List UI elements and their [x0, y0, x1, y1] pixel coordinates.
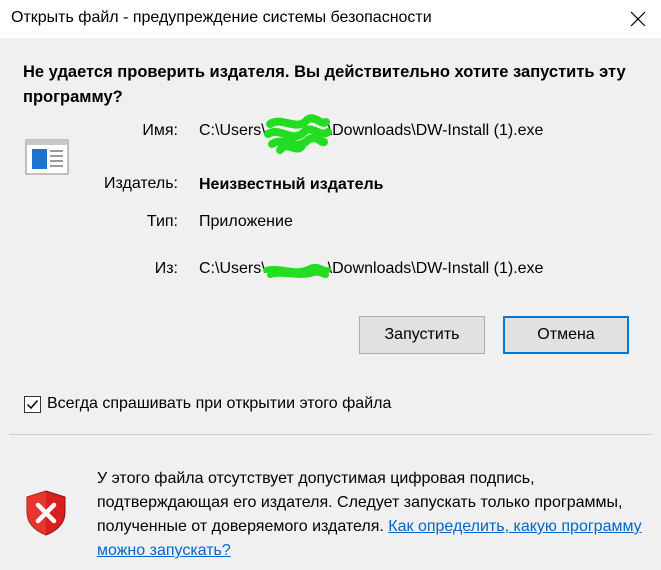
name-label: Имя:	[142, 122, 178, 139]
signature-warning: У этого файла отсутствует допустимая циф…	[97, 467, 642, 563]
run-button[interactable]: Запустить	[359, 316, 485, 354]
name-value: C:\Users\ \Downloads\DW-Install (1).exe	[199, 122, 543, 140]
always-ask-checkbox[interactable]	[24, 395, 41, 413]
error-shield-icon	[26, 490, 66, 536]
close-icon	[630, 11, 646, 27]
name-path-prefix: C:\Users\	[199, 122, 266, 139]
from-path-prefix: C:\Users\	[199, 260, 266, 277]
publisher-label: Издатель:	[104, 175, 178, 192]
publisher-value: Неизвестный издатель	[199, 176, 384, 193]
always-ask-label: Всегда спрашивать при открытии этого фай…	[47, 395, 392, 412]
from-path-suffix: \Downloads\DW-Install (1).exe	[327, 260, 544, 277]
warning-question: Не удается проверить издателя. Вы действ…	[23, 63, 626, 106]
title-bar: Открыть файл - предупреждение системы бе…	[0, 0, 661, 38]
dialog-content: Не удается проверить издателя. Вы действ…	[0, 38, 661, 436]
name-path-suffix: \Downloads\DW-Install (1).exe	[327, 122, 544, 139]
cancel-button[interactable]: Отмена	[503, 316, 629, 354]
from-label: Из:	[154, 260, 178, 277]
from-value: C:\Users\ \Downloads\DW-Install (1).exe	[199, 260, 543, 278]
checkmark-icon	[26, 399, 39, 409]
type-value: Приложение	[199, 213, 293, 230]
always-ask-checkbox-row[interactable]: Всегда спрашивать при открытии этого фай…	[24, 393, 391, 415]
application-icon	[25, 139, 69, 175]
window-title: Открыть файл - предупреждение системы бе…	[11, 9, 432, 26]
security-footer: У этого файла отсутствует допустимая циф…	[0, 436, 661, 570]
divider	[9, 434, 652, 435]
type-label: Тип:	[146, 213, 178, 230]
close-button[interactable]	[615, 0, 661, 38]
